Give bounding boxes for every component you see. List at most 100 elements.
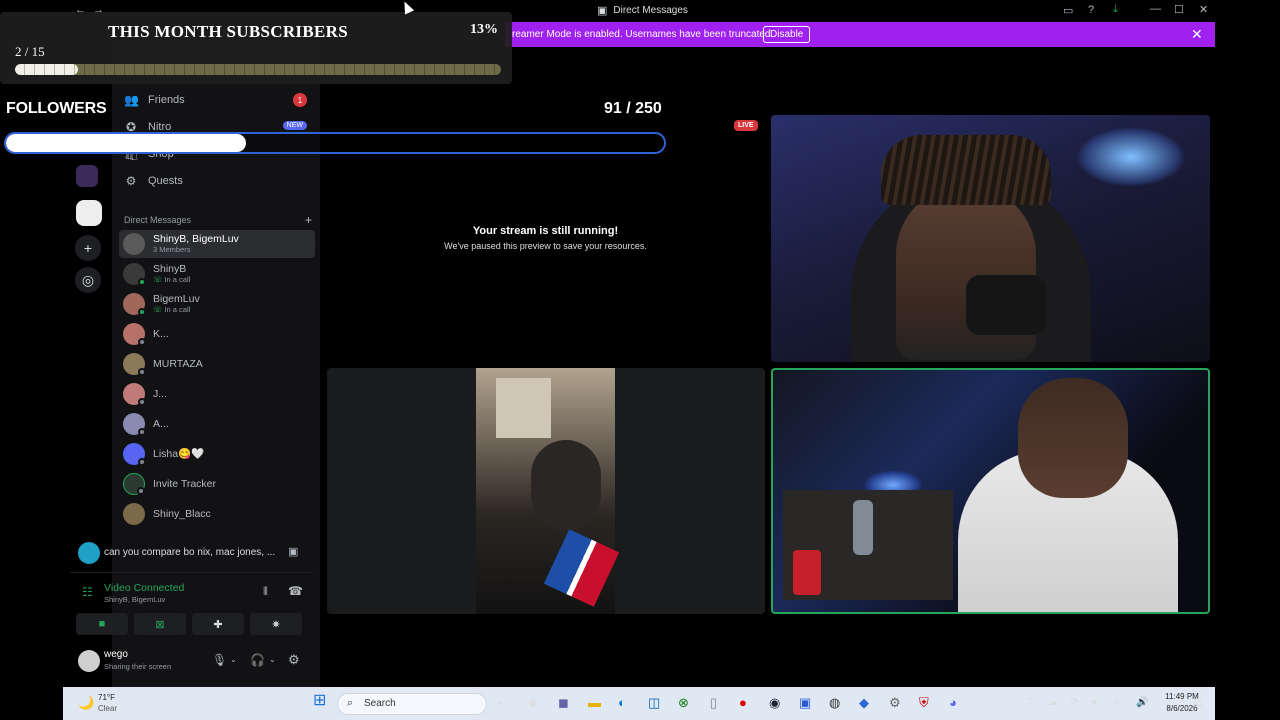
user-panel: wego Sharing their screen 🎙 ⌄ 🎧 ⌄ ⚙ xyxy=(70,646,314,676)
signal-icon[interactable]: ☷ xyxy=(82,585,93,599)
voice-members[interactable]: ShinyB, BigemLuv xyxy=(104,595,165,604)
nav-friends[interactable]: 👥 Friends 1 xyxy=(124,90,314,110)
dm-item[interactable]: ShinyB, BigemLuv 3 Members xyxy=(119,230,315,258)
dm-item[interactable]: ShinyB ☏ In a call xyxy=(119,260,315,288)
voice-status: Video Connected xyxy=(104,582,185,594)
weather-temp[interactable]: 71°F xyxy=(98,693,115,702)
add-server-icon[interactable]: + xyxy=(75,235,101,261)
followers-label: FOLLOWERS xyxy=(6,100,107,117)
gear-icon[interactable]: ⚙ xyxy=(288,652,300,668)
subs-progress-bar xyxy=(15,64,501,75)
screen-share-button[interactable]: ⊠ xyxy=(134,613,186,635)
minimize-button[interactable]: — xyxy=(1150,3,1161,15)
weather-condition[interactable]: Clear xyxy=(98,704,117,713)
dm-item[interactable]: Shiny_Blacc xyxy=(119,500,315,528)
soundboard-button[interactable]: ✷ xyxy=(250,613,302,635)
maximize-button[interactable]: ☐ xyxy=(1174,3,1184,16)
steam-icon[interactable]: ◉ xyxy=(769,695,780,711)
avatar xyxy=(123,383,146,406)
streamer-mode-banner: reamer Mode is enabled. Usernames have b… xyxy=(505,22,1215,47)
server-avatar[interactable] xyxy=(76,200,102,226)
video-tile[interactable] xyxy=(771,115,1210,362)
notification-badge: 1 xyxy=(293,93,307,107)
avatar[interactable] xyxy=(78,650,100,672)
username: wego xyxy=(104,649,128,660)
volume-icon[interactable]: 🔊 xyxy=(1136,695,1148,711)
settings-icon[interactable]: ⚙ xyxy=(889,695,901,711)
screen-share-icon[interactable]: ▣ xyxy=(288,545,298,558)
activity-text: can you compare bo nix, mac jones, ... xyxy=(104,547,276,558)
dm-item[interactable]: J... xyxy=(119,380,315,408)
video-tile-speaking[interactable] xyxy=(771,368,1210,614)
edge-icon[interactable]: ◐ xyxy=(618,695,626,711)
notification-icon[interactable]: ▤ xyxy=(1193,695,1202,711)
xbox-icon[interactable]: ⊗ xyxy=(678,695,689,711)
download-icon[interactable]: ⤓ xyxy=(1113,3,1118,16)
close-window-button[interactable]: ✕ xyxy=(1199,3,1208,16)
wifi-icon[interactable]: ⌾ xyxy=(1114,695,1120,711)
dm-item[interactable]: Invite Tracker xyxy=(119,470,315,498)
noise-suppression-icon[interactable]: ⦀ xyxy=(263,586,268,599)
dm-item[interactable]: Lisha😋🤍 xyxy=(119,440,315,468)
weather-icon[interactable]: 🌙 xyxy=(78,695,94,711)
activities-button[interactable]: ✚ xyxy=(192,613,244,635)
copilot-icon[interactable]: ◈ xyxy=(528,695,538,711)
create-dm-icon[interactable]: + xyxy=(305,213,312,227)
tray-icon[interactable]: ⏺ xyxy=(1092,695,1097,711)
windows-start-icon[interactable]: ⊞ xyxy=(313,693,326,709)
headphones-icon[interactable]: 🎧 xyxy=(250,653,265,667)
window-title: ▣ Direct Messages xyxy=(597,5,688,17)
windows-taskbar: 🌙 71°F Clear ⊞ ⌕ Search ▪ ◈ ◼ ▬ ◐ ◫ ⊗ ▯ … xyxy=(63,687,1215,720)
app-icon[interactable]: ◆ xyxy=(859,695,869,711)
teams-icon[interactable]: ◼ xyxy=(558,695,569,711)
antivirus-icon[interactable]: ⛨ xyxy=(919,695,929,711)
soundboard-icon: ✷ xyxy=(271,618,281,631)
dm-icon: ▣ xyxy=(597,5,608,17)
dm-item[interactable]: A... xyxy=(119,410,315,438)
microphone xyxy=(966,275,1046,335)
dm-item[interactable]: BigemLuv ☏ In a call xyxy=(119,290,315,318)
notepad-icon[interactable]: ▯ xyxy=(710,695,717,711)
banner-message: reamer Mode is enabled. Usernames have b… xyxy=(512,29,774,40)
obs-icon[interactable]: ● xyxy=(739,695,747,711)
close-icon[interactable]: ✕ xyxy=(1191,26,1203,43)
live-badge: LIVE xyxy=(734,120,758,131)
mic-icon[interactable]: 🎙 xyxy=(212,653,227,667)
avatar xyxy=(123,263,146,286)
app-icon[interactable]: ◍ xyxy=(829,695,840,711)
dm-item[interactable]: K... xyxy=(119,320,315,348)
activity-panel[interactable]: can you compare bo nix, mac jones, ... ▣ xyxy=(70,538,314,568)
help-icon[interactable]: ? xyxy=(1088,4,1094,16)
server-icon[interactable] xyxy=(76,165,98,187)
app-icon[interactable]: ▣ xyxy=(799,695,811,711)
chevron-up-icon[interactable]: ⌃ xyxy=(1026,695,1034,711)
discover-icon[interactable]: ◎ xyxy=(75,267,101,293)
phone-icon: ☏ xyxy=(153,305,165,314)
phone-icon: ☏ xyxy=(153,275,165,284)
task-view-icon[interactable]: ▪ xyxy=(497,695,502,711)
discord-icon[interactable]: ◕ xyxy=(949,695,957,711)
taskbar-search[interactable]: ⌕ Search xyxy=(337,693,487,715)
avatar xyxy=(123,443,146,466)
camera-button[interactable]: ■ xyxy=(76,613,128,635)
disconnect-icon[interactable]: ☎ xyxy=(288,584,303,598)
store-icon[interactable]: ◫ xyxy=(648,695,660,711)
tray-icon[interactable]: ☁ xyxy=(1048,695,1058,711)
dm-item[interactable]: MURTAZA xyxy=(119,350,315,378)
user-status: Sharing their screen xyxy=(104,662,172,671)
chevron-down-icon[interactable]: ⌄ xyxy=(230,655,237,664)
disable-streamer-mode-button[interactable]: Disable xyxy=(763,26,811,43)
followers-count: 91 / 250 xyxy=(604,100,662,117)
tray-icon[interactable]: ⟳ xyxy=(1070,695,1078,711)
camera-icon: ■ xyxy=(98,618,106,630)
quests-icon: ⚙ xyxy=(125,174,137,188)
chevron-down-icon[interactable]: ⌄ xyxy=(269,655,276,664)
followers-progress-bar xyxy=(4,132,666,154)
inbox-icon[interactable]: ▭ xyxy=(1063,4,1073,17)
subs-percent: 13% xyxy=(470,22,498,37)
nav-quests[interactable]: ⚙ Quests xyxy=(124,171,314,191)
screen-share-icon: ⊠ xyxy=(155,618,165,631)
avatar xyxy=(123,293,146,316)
file-explorer-icon[interactable]: ▬ xyxy=(588,695,601,711)
video-tile[interactable] xyxy=(327,368,765,614)
